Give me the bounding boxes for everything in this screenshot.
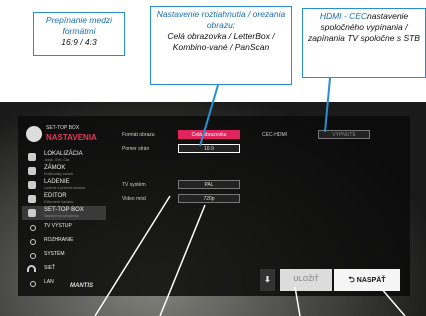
sidebar-item-editor[interactable]: EDITOR Editovanie kanálov (22, 192, 106, 206)
sidebar-item-label: LOKALIZÁCIA (44, 151, 83, 157)
globe-icon (28, 153, 36, 161)
sidebar-subitem-label: SIEŤ (44, 265, 56, 271)
bullet-icon (30, 281, 36, 287)
list-icon (28, 195, 36, 203)
settings-box-icon (28, 209, 36, 217)
cec-select[interactable]: VYPNUTÉ (318, 130, 370, 139)
sidebar-subitem-label: ROZHRANIE (44, 237, 74, 243)
back-button[interactable]: ⮌ NASPÄŤ (334, 269, 400, 291)
menu-header: SET-TOP BOX NASTAVENIA (22, 122, 102, 148)
back-arrow-icon: ⮌ (348, 275, 355, 284)
sidebar-subitem-label: SYSTÉM (44, 251, 65, 257)
wifi-icon (27, 265, 36, 272)
brand-logo: MANTIS (70, 283, 93, 289)
ratio-label: Pomer strán (122, 146, 150, 152)
video-mode-label: Video mód (122, 196, 146, 202)
callout-stretch-title: Nastavenie roztiahnutia / orezania obraz… (156, 9, 286, 30)
sidebar-subitem-siet[interactable]: SIEŤ (22, 262, 106, 276)
bullet-icon (30, 225, 36, 231)
menu-header-title: NASTAVENIA (46, 133, 97, 142)
sidebar-item-zamok[interactable]: ZÁMOK Rodičovský zámok (22, 164, 106, 178)
callout-hdmi: HDMI - CECnastavenie spoločného vypínani… (302, 8, 426, 78)
ratio-select[interactable]: 16:9 (178, 144, 240, 153)
gear-icon (26, 126, 42, 142)
download-icon: ⬇ (264, 275, 271, 284)
callout-format-sub: 16:9 / 4:3 (61, 37, 97, 47)
cec-label: CEC-HDMI (262, 132, 287, 138)
sidebar-item-sublabel: Ladenie a prehľad kanálov (44, 186, 86, 190)
sidebar-item-label: SET-TOP BOX (44, 207, 84, 213)
video-mode-select[interactable]: 720p (178, 194, 240, 203)
callout-stretch: Nastavenie roztiahnutia / orezania obraz… (150, 6, 292, 85)
callout-format-title: Prepínanie medzi formátmi (45, 15, 113, 36)
sidebar-menu: LOKALIZÁCIA Jazyk, Sieť, Čas ZÁMOK Rodič… (22, 150, 106, 290)
sidebar-subitem-lan[interactable]: LAN (22, 276, 106, 290)
sidebar-item-sublabel: Editovanie kanálov (44, 200, 74, 204)
bullet-icon (30, 239, 36, 245)
format-label: Formát obrazu (122, 132, 155, 138)
sidebar-subitem-label: TV VÝSTUP (44, 223, 72, 229)
sidebar-subitem-system[interactable]: SYSTÉM (22, 248, 106, 262)
tv-screen: SET-TOP BOX NASTAVENIA LOKALIZÁCIA Jazyk… (0, 102, 426, 316)
format-select[interactable]: Celá obrazovka (178, 130, 240, 139)
callout-format-switch: Prepínanie medzi formátmi 16:9 / 4:3 (33, 12, 125, 56)
sidebar-subitem-rozhranie[interactable]: ROZHRANIE (22, 234, 106, 248)
antenna-icon (28, 181, 36, 189)
save-icon-button[interactable]: ⬇ (260, 269, 275, 291)
sidebar-item-label: ZÁMOK (44, 165, 66, 171)
sidebar-item-ladenie[interactable]: LADENIE Ladenie a prehľad kanálov (22, 178, 106, 192)
back-button-label: NASPÄŤ (356, 277, 386, 284)
sidebar-item-sublabel: Nastavenia zariadenia (44, 214, 79, 218)
sidebar-subitem-label: LAN (44, 279, 54, 285)
bullet-icon (30, 253, 36, 259)
save-button-label: ULOŽIŤ (293, 276, 319, 283)
sidebar-item-label: EDITOR (44, 193, 67, 199)
tv-system-label: TV systém (122, 182, 146, 188)
sidebar-item-set-top-box[interactable]: SET-TOP BOX Nastavenia zariadenia (22, 206, 106, 220)
menu-header-small: SET-TOP BOX (46, 125, 80, 131)
sidebar-item-sublabel: Rodičovský zámok (44, 172, 74, 176)
sidebar-item-label: LADENIE (44, 179, 70, 185)
tv-system-select[interactable]: PAL (178, 180, 240, 189)
lock-icon (28, 167, 36, 175)
sidebar-item-lokalizacia[interactable]: LOKALIZÁCIA Jazyk, Sieť, Čas (22, 150, 106, 164)
sidebar-subitem-tv-vystup[interactable]: TV VÝSTUP (22, 220, 106, 234)
callout-stretch-sub: Celá obrazovka / LetterBox / Kombino-van… (167, 31, 275, 52)
sidebar-item-sublabel: Jazyk, Sieť, Čas (44, 158, 70, 162)
save-button[interactable]: ULOŽIŤ (280, 269, 332, 291)
callout-hdmi-title: HDMI - CEC (319, 11, 368, 21)
